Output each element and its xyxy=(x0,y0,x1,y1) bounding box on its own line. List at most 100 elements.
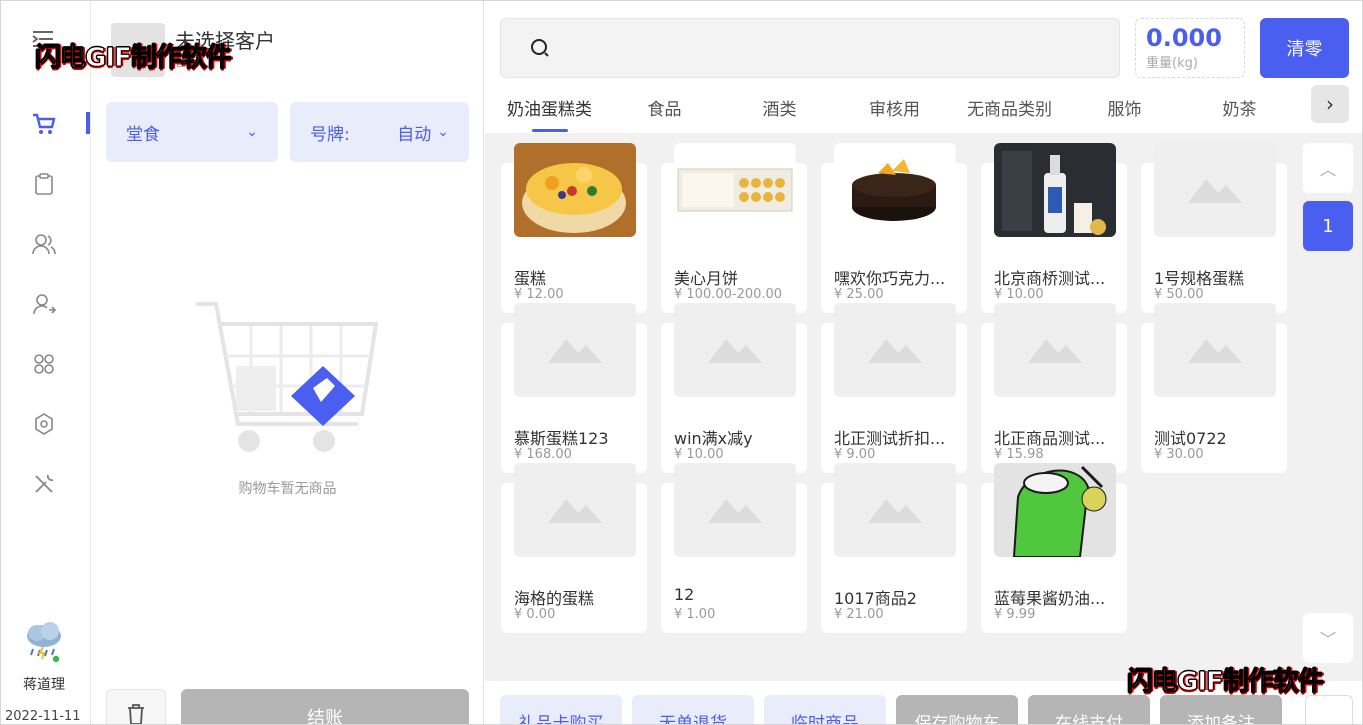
product-image xyxy=(514,463,636,557)
tab-apparel[interactable]: 服饰 xyxy=(1067,95,1182,120)
action-button[interactable]: 无单退货 xyxy=(632,695,754,724)
product-card[interactable]: 北正商品测试... ¥ 15.98 xyxy=(981,303,1127,473)
product-card[interactable]: 北京商桥测试... ¥ 10.00 xyxy=(981,143,1127,313)
tab-liquor[interactable]: 酒类 xyxy=(722,95,837,120)
product-card[interactable]: 蓝莓果酱奶油... ¥ 9.99 xyxy=(981,463,1127,633)
action-button[interactable]: 礼品卡购买 xyxy=(500,695,622,724)
product-image xyxy=(834,303,956,397)
product-name: 12 xyxy=(674,585,695,604)
page-down-button[interactable]: ﹀ xyxy=(1303,613,1353,663)
product-image xyxy=(994,143,1116,237)
product-area: 0.000 重量(kg) 清零 奶油蛋糕类 食品 酒类 审核用 无商品类别 服饰… xyxy=(485,1,1362,724)
active-indicator xyxy=(86,112,90,134)
empty-cart-illustration xyxy=(191,296,386,461)
weight-unit: 重量(kg) xyxy=(1146,56,1198,71)
cart-panel: 未选择客户 暂无 堂食 ⌄ 号牌: 自动 ⌄ 购物车暂无商品 结账 xyxy=(91,1,484,724)
clipboard-icon[interactable] xyxy=(29,169,59,199)
product-image xyxy=(834,463,956,557)
product-name: 北正测试折扣... xyxy=(834,429,946,448)
pos-app: 蒋道理 2022-11-11 未选择客户 暂无 堂食 ⌄ 号牌: 自动 ⌄ 购物… xyxy=(0,0,1363,725)
side-nav: 蒋道理 2022-11-11 xyxy=(1,1,91,724)
chevron-up-icon: ︿ xyxy=(1319,160,1336,179)
members-icon[interactable] xyxy=(29,229,59,259)
product-card[interactable]: 蛋糕 ¥ 12.00 xyxy=(501,143,647,313)
product-name: 美心月饼 xyxy=(674,269,739,288)
tools-icon[interactable] xyxy=(29,469,59,499)
chevron-down-icon: ⌄ xyxy=(437,124,449,140)
tare-zero-button[interactable]: 清零 xyxy=(1260,18,1349,78)
product-name: 蛋糕 xyxy=(514,269,547,288)
tab-milk-tea[interactable]: 奶茶 xyxy=(1182,95,1297,120)
current-date: 2022-11-11 xyxy=(5,709,81,724)
product-image xyxy=(674,463,796,557)
chevron-down-icon: ⌄ xyxy=(246,124,258,140)
top-bar: 0.000 重量(kg) 清零 奶油蛋糕类 食品 酒类 审核用 无商品类别 服饰… xyxy=(485,1,1362,133)
user-avatar[interactable] xyxy=(23,619,65,665)
chevron-right-icon: › xyxy=(1326,92,1334,116)
product-name: win满x减y xyxy=(674,429,753,448)
checkout-button[interactable]: 结账 xyxy=(181,689,469,724)
product-image xyxy=(834,143,956,237)
product-name: 慕斯蛋糕123 xyxy=(514,429,609,448)
number-plate-select[interactable]: 号牌: 自动 ⌄ xyxy=(290,102,469,162)
number-plate-label: 号牌: xyxy=(310,124,350,145)
product-name: 1号规格蛋糕 xyxy=(1154,269,1245,288)
product-name: 1017商品2 xyxy=(834,589,917,608)
product-price: ¥ 50.00 xyxy=(1154,287,1204,302)
tab-no-category[interactable]: 无商品类别 xyxy=(952,95,1067,120)
product-price: ¥ 30.00 xyxy=(1154,447,1204,462)
member-add-icon[interactable] xyxy=(29,289,59,319)
product-name: 蓝莓果酱奶油... xyxy=(994,589,1106,608)
product-price: ¥ 25.00 xyxy=(834,287,884,302)
apps-icon[interactable] xyxy=(29,349,59,379)
tabs-next-button[interactable]: › xyxy=(1311,85,1349,123)
current-page[interactable]: 1 xyxy=(1303,201,1353,251)
page-up-button[interactable]: ︿ xyxy=(1303,143,1353,193)
product-price: ¥ 12.00 xyxy=(514,287,564,302)
product-image xyxy=(674,303,796,397)
dine-type-select[interactable]: 堂食 ⌄ xyxy=(106,102,278,162)
product-card[interactable]: 测试0722 ¥ 30.00 xyxy=(1141,303,1287,473)
product-card[interactable]: win满x减y ¥ 10.00 xyxy=(661,303,807,473)
product-card[interactable]: 海格的蛋糕 ¥ 0.00 xyxy=(501,463,647,633)
action-button[interactable]: 添加备注 xyxy=(1160,695,1282,724)
product-price: ¥ 10.00 xyxy=(994,287,1044,302)
action-button[interactable]: 保存购物车 xyxy=(896,695,1018,724)
product-card[interactable]: 12 ¥ 1.00 xyxy=(661,463,807,633)
product-image xyxy=(1154,143,1276,237)
settings-icon[interactable] xyxy=(29,409,59,439)
product-price: ¥ 100.00-200.00 xyxy=(674,287,783,302)
watermark-bottom: 闪电GIF制作软件 xyxy=(1127,667,1325,698)
trash-icon xyxy=(128,704,144,724)
scale-weight-display: 0.000 重量(kg) xyxy=(1135,18,1245,78)
chevron-down-icon: ﹀ xyxy=(1319,630,1336,649)
search-input[interactable] xyxy=(500,18,1120,78)
action-button[interactable]: 在线支付 xyxy=(1028,695,1150,724)
product-name: 北京商桥测试... xyxy=(994,269,1106,288)
clear-cart-button[interactable] xyxy=(106,689,166,724)
active-tab-indicator xyxy=(532,129,568,132)
tab-food[interactable]: 食品 xyxy=(607,95,722,120)
product-image xyxy=(994,303,1116,397)
product-card[interactable]: 北正测试折扣... ¥ 9.00 xyxy=(821,303,967,473)
product-card[interactable]: 嘿欢你巧克力... ¥ 25.00 xyxy=(821,143,967,313)
product-card[interactable]: 1017商品2 ¥ 21.00 xyxy=(821,463,967,633)
product-name: 北正商品测试... xyxy=(994,429,1106,448)
product-name: 嘿欢你巧克力... xyxy=(834,269,946,288)
product-name: 海格的蛋糕 xyxy=(514,589,595,608)
empty-cart-text: 购物车暂无商品 xyxy=(238,481,337,497)
product-card[interactable]: 美心月饼 ¥ 100.00-200.00 xyxy=(661,143,807,313)
more-actions-button[interactable] xyxy=(1305,695,1353,724)
product-price: ¥ 10.00 xyxy=(674,447,724,462)
action-button[interactable]: 临时商品 xyxy=(764,695,886,724)
product-price: ¥ 9.99 xyxy=(994,607,1036,622)
weight-value: 0.000 xyxy=(1146,24,1222,52)
product-image xyxy=(994,463,1116,557)
cart-icon[interactable] xyxy=(29,109,59,139)
product-price: ¥ 0.00 xyxy=(514,607,556,622)
product-card[interactable]: 1号规格蛋糕 ¥ 50.00 xyxy=(1141,143,1287,313)
product-card[interactable]: 慕斯蛋糕123 ¥ 168.00 xyxy=(501,303,647,473)
tab-audit[interactable]: 审核用 xyxy=(837,95,952,120)
number-plate-value: 自动 xyxy=(397,124,432,145)
tab-cream-cake[interactable]: 奶油蛋糕类 xyxy=(492,95,607,120)
